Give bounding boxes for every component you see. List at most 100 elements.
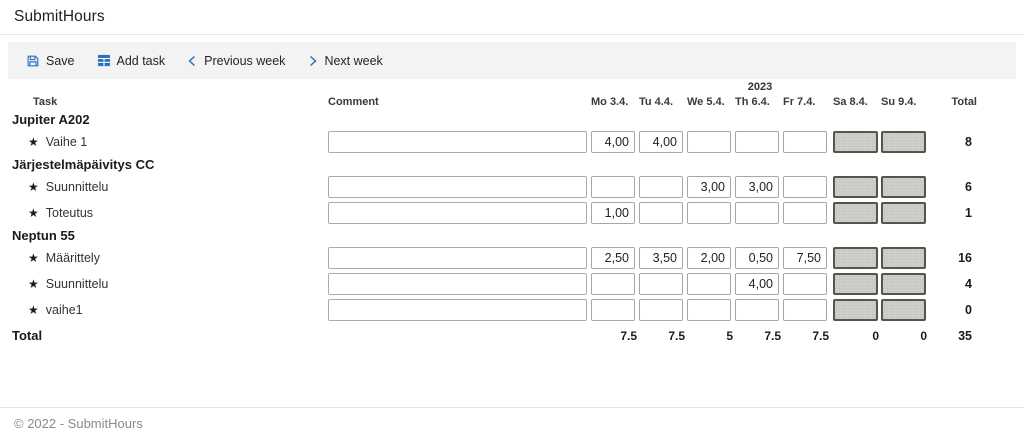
- hours-input[interactable]: [735, 202, 779, 224]
- task-label: Suunnittelu: [45, 277, 109, 291]
- day-cells: [591, 299, 929, 321]
- group-row: Järjestelmäpäivitys CC: [0, 155, 1024, 174]
- day-cells: [591, 176, 929, 198]
- hours-input[interactable]: [735, 299, 779, 321]
- task-label: Määrittely: [45, 251, 100, 265]
- hours-input[interactable]: [687, 273, 731, 295]
- hours-input[interactable]: [735, 131, 779, 153]
- hours-input[interactable]: [639, 131, 683, 153]
- comment-input[interactable]: [328, 247, 587, 269]
- day-total: 7.5: [812, 328, 829, 343]
- hours-input[interactable]: [639, 273, 683, 295]
- hours-input[interactable]: [591, 176, 635, 198]
- task-name-cell: ★ Suunnittelu: [0, 277, 328, 291]
- comment-input[interactable]: [328, 202, 587, 224]
- group-name: Järjestelmäpäivitys CC: [12, 157, 155, 172]
- hours-input[interactable]: [639, 176, 683, 198]
- weekend-cell: [833, 299, 878, 321]
- save-button[interactable]: Save: [20, 50, 81, 72]
- previous-week-button[interactable]: Previous week: [181, 50, 291, 72]
- day-cells: [591, 273, 929, 295]
- comment-input[interactable]: [328, 176, 587, 198]
- row-total: 1: [965, 206, 972, 220]
- task-name-cell: ★ vaihe1: [0, 303, 328, 317]
- comment-cell: [328, 299, 591, 321]
- day-totals: 7.5 7.5 5 7.5 7.5 0 0: [591, 329, 929, 343]
- hours-input[interactable]: [639, 299, 683, 321]
- task-name-cell: ★ Määrittely: [0, 251, 328, 265]
- weekend-cell: [881, 176, 926, 198]
- star-icon: ★: [28, 277, 39, 291]
- day-total: 7.5: [620, 328, 637, 343]
- toolbar: Save Add task Previous week Next week: [8, 42, 1016, 79]
- comment-cell: [328, 131, 591, 153]
- hours-input[interactable]: [783, 299, 827, 321]
- weekend-cell: [881, 131, 926, 153]
- comment-input[interactable]: [328, 299, 587, 321]
- row-total: 4: [965, 277, 972, 291]
- task-name-cell: ★ Toteutus: [0, 206, 328, 220]
- row-total: 8: [965, 135, 972, 149]
- chevron-right-icon: [310, 55, 318, 66]
- weekend-cell: [881, 273, 926, 295]
- app-header: SubmitHours: [0, 0, 1024, 35]
- hours-input[interactable]: [687, 247, 731, 269]
- task-row: ★ Suunnittelu 6: [0, 174, 1024, 200]
- day-total: 0: [920, 328, 927, 343]
- day-column-header: Fr 7.4.: [783, 96, 816, 108]
- year-label: 2023: [747, 81, 773, 93]
- day-column-header: Tu 4.4.: [639, 96, 674, 108]
- day-column-headers: Mo 3.4. Tu 4.4. We 5.4. Th 6.4. Fr 7.4. Sa 8.…: [591, 96, 929, 108]
- hours-input[interactable]: [639, 202, 683, 224]
- timesheet: 2023 Task Comment Mo 3.4. Tu 4.4. We 5.4. T…: [0, 80, 1024, 344]
- hours-input[interactable]: [687, 176, 731, 198]
- hours-input[interactable]: [783, 131, 827, 153]
- timesheet-column-headers: Task Comment Mo 3.4. Tu 4.4. We 5.4. Th 6.4…: [0, 94, 1024, 110]
- weekend-cell: [881, 247, 926, 269]
- hours-input[interactable]: [591, 299, 635, 321]
- hours-input[interactable]: [591, 247, 635, 269]
- comment-cell: [328, 273, 591, 295]
- hours-input[interactable]: [591, 131, 635, 153]
- hours-input[interactable]: [687, 202, 731, 224]
- hours-input[interactable]: [735, 176, 779, 198]
- hours-input[interactable]: [783, 176, 827, 198]
- row-total: 6: [965, 180, 972, 194]
- day-cells: [591, 131, 929, 153]
- comment-input[interactable]: [328, 273, 587, 295]
- previous-week-label: Previous week: [204, 53, 286, 68]
- hours-input[interactable]: [735, 273, 779, 295]
- chevron-left-icon: [188, 55, 196, 66]
- star-icon: ★: [28, 135, 39, 149]
- task-row: ★ Määrittely 16: [0, 245, 1024, 271]
- add-task-label: Add task: [116, 53, 166, 68]
- hours-input[interactable]: [687, 131, 731, 153]
- day-total: 5: [726, 328, 733, 343]
- day-cells: [591, 247, 929, 269]
- day-column-header: Su 9.4.: [881, 96, 917, 108]
- weekend-cell: [833, 273, 878, 295]
- next-week-button[interactable]: Next week: [301, 50, 388, 72]
- total-row: Total 7.5 7.5 5 7.5 7.5 0 0 35: [0, 327, 1024, 344]
- add-task-button[interactable]: Add task: [91, 50, 172, 72]
- hours-input[interactable]: [783, 202, 827, 224]
- hours-input[interactable]: [687, 299, 731, 321]
- total-column-header: Total: [951, 96, 977, 108]
- footer: © 2022 - SubmitHours: [0, 407, 1024, 433]
- comment-input[interactable]: [328, 131, 587, 153]
- task-column-header: Task: [33, 96, 58, 108]
- hours-input[interactable]: [639, 247, 683, 269]
- hours-input[interactable]: [735, 247, 779, 269]
- weekend-cell: [833, 131, 878, 153]
- weekend-cell: [881, 299, 926, 321]
- hours-input[interactable]: [591, 202, 635, 224]
- task-row: ★ vaihe1 0: [0, 297, 1024, 323]
- hours-input[interactable]: [783, 273, 827, 295]
- star-icon: ★: [28, 251, 39, 265]
- comment-column-header: Comment: [328, 96, 379, 108]
- next-week-label: Next week: [324, 53, 383, 68]
- hours-input[interactable]: [591, 273, 635, 295]
- star-icon: ★: [28, 206, 39, 220]
- hours-input[interactable]: [783, 247, 827, 269]
- group-row: Jupiter A202: [0, 110, 1024, 129]
